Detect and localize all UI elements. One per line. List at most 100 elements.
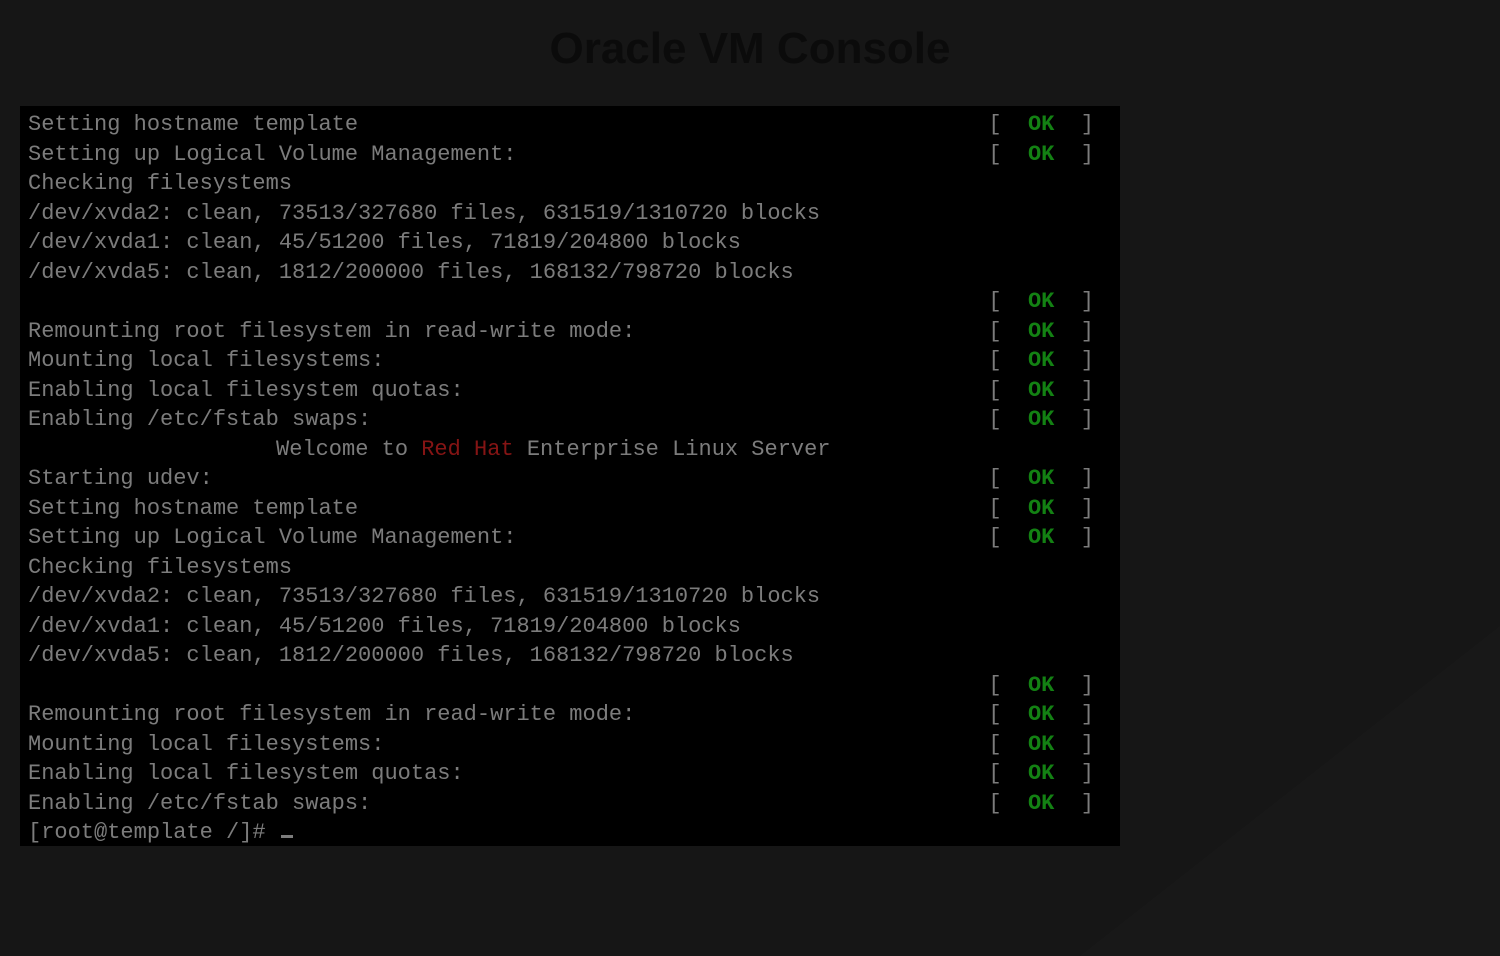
status-ok: OK (1028, 761, 1054, 786)
console-line: /dev/xvda5: clean, 1812/200000 files, 16… (28, 258, 1120, 288)
console-text: Checking filesystems (28, 553, 292, 583)
bracket-open: [ (988, 791, 1028, 816)
status-ok: OK (1028, 791, 1054, 816)
vm-console[interactable]: Setting hostname template[ OK ]Setting u… (20, 106, 1120, 846)
welcome-highlight: Red Hat (421, 437, 513, 462)
status-ok: OK (1028, 289, 1054, 314)
status-badge: [ OK ] (988, 523, 1120, 553)
status-ok: OK (1028, 112, 1054, 137)
console-status-line: [ OK ] (28, 287, 1120, 317)
bracket-open: [ (988, 378, 1028, 403)
console-text: Enabling local filesystem quotas: (28, 376, 464, 406)
status-badge: [ OK ] (988, 494, 1120, 524)
status-ok: OK (1028, 348, 1054, 373)
console-status-line: Setting up Logical Volume Management: [ O… (28, 523, 1120, 553)
bracket-open: [ (988, 525, 1028, 550)
welcome-prefix: Welcome to (276, 437, 421, 462)
console-status-line: Starting udev: [ OK ] (28, 464, 1120, 494)
bracket-open: [ (988, 348, 1028, 373)
console-line: /dev/xvda1: clean, 45/51200 files, 71819… (28, 228, 1120, 258)
console-status-line: Enabling /etc/fstab swaps:[ OK ] (28, 789, 1120, 819)
bracket-open: [ (988, 142, 1028, 167)
bracket-open: [ (988, 673, 1028, 698)
bracket-close: ] (1054, 319, 1094, 344)
console-text: Remounting root filesystem in read-write… (28, 700, 635, 730)
status-badge: [ OK ] (988, 405, 1120, 435)
bracket-open: [ (988, 289, 1028, 314)
console-text: Checking filesystems (28, 169, 292, 199)
status-ok: OK (1028, 466, 1054, 491)
status-badge: [ OK ] (988, 376, 1120, 406)
bracket-close: ] (1054, 378, 1094, 403)
console-status-line: Setting hostname template [ OK ] (28, 110, 1120, 140)
console-line: Checking filesystems (28, 169, 1120, 199)
bracket-open: [ (988, 702, 1028, 727)
status-ok: OK (1028, 702, 1054, 727)
status-ok: OK (1028, 319, 1054, 344)
slide-container: Oracle VM Console Setting hostname templ… (0, 0, 1500, 956)
console-text: /dev/xvda1: clean, 45/51200 files, 71819… (28, 612, 741, 642)
console-status-line: Setting up Logical Volume Management: [ O… (28, 140, 1120, 170)
bracket-open: [ (988, 407, 1028, 432)
console-text: /dev/xvda2: clean, 73513/327680 files, 6… (28, 582, 820, 612)
status-badge: [ OK ] (988, 140, 1120, 170)
status-ok: OK (1028, 142, 1054, 167)
console-text: /dev/xvda5: clean, 1812/200000 files, 16… (28, 258, 794, 288)
console-status-line: Remounting root filesystem in read-write… (28, 700, 1120, 730)
bracket-open: [ (988, 761, 1028, 786)
console-text: Setting up Logical Volume Management: (28, 140, 516, 170)
console-status-line: [ OK ] (28, 671, 1120, 701)
console-text: Mounting local filesystems: (28, 346, 384, 376)
bracket-close: ] (1054, 496, 1094, 521)
bracket-close: ] (1054, 466, 1094, 491)
console-status-line: Enabling local filesystem quotas: [ OK ] (28, 376, 1120, 406)
console-text: Setting hostname template (28, 110, 358, 140)
welcome-banner: Welcome to Red Hat Enterprise Linux Serv… (28, 435, 1120, 465)
bracket-close: ] (1054, 289, 1094, 314)
console-status-line: Mounting local filesystems:[ OK ] (28, 730, 1120, 760)
status-badge: [ OK ] (988, 317, 1120, 347)
bracket-open: [ (988, 496, 1028, 521)
status-ok: OK (1028, 378, 1054, 403)
status-badge: [ OK ] (988, 346, 1120, 376)
console-text: Mounting local filesystems: (28, 730, 384, 760)
cursor-icon (281, 835, 293, 838)
console-status-line: Mounting local filesystems: [ OK ] (28, 346, 1120, 376)
console-text: /dev/xvda5: clean, 1812/200000 files, 16… (28, 641, 794, 671)
console-text: Enabling /etc/fstab swaps: (28, 789, 371, 819)
status-badge: [ OK ] (988, 110, 1120, 140)
console-text: Enabling local filesystem quotas: (28, 759, 464, 789)
bracket-close: ] (1054, 112, 1094, 137)
status-badge: [ OK ] (988, 287, 1120, 317)
console-text: Setting up Logical Volume Management: (28, 523, 516, 553)
page-title: Oracle VM Console (0, 24, 1500, 74)
console-text: Remounting root filesystem in read-write… (28, 317, 635, 347)
console-line: /dev/xvda5: clean, 1812/200000 files, 16… (28, 641, 1120, 671)
console-text: Setting hostname template (28, 494, 358, 524)
console-line: /dev/xvda1: clean, 45/51200 files, 71819… (28, 612, 1120, 642)
status-ok: OK (1028, 407, 1054, 432)
bracket-open: [ (988, 112, 1028, 137)
bracket-close: ] (1054, 407, 1094, 432)
bracket-open: [ (988, 732, 1028, 757)
console-text: /dev/xvda1: clean, 45/51200 files, 71819… (28, 228, 741, 258)
status-ok: OK (1028, 673, 1054, 698)
bracket-open: [ (988, 319, 1028, 344)
console-line: /dev/xvda2: clean, 73513/327680 files, 6… (28, 199, 1120, 229)
console-status-line: Setting hostname template [ OK ] (28, 494, 1120, 524)
decorative-accent (1080, 626, 1500, 956)
welcome-suffix: Enterprise Linux Server (514, 437, 831, 462)
bracket-close: ] (1054, 348, 1094, 373)
prompt-text: [root@template /]# (28, 820, 279, 845)
console-text: Starting udev: (28, 464, 213, 494)
status-ok: OK (1028, 732, 1054, 757)
console-line: /dev/xvda2: clean, 73513/327680 files, 6… (28, 582, 1120, 612)
console-text: Enabling /etc/fstab swaps: (28, 405, 371, 435)
console-status-line: Enabling /etc/fstab swaps: [ OK ] (28, 405, 1120, 435)
console-line: Checking filesystems (28, 553, 1120, 583)
status-ok: OK (1028, 496, 1054, 521)
console-status-line: Enabling local filesystem quotas:[ OK ] (28, 759, 1120, 789)
status-ok: OK (1028, 525, 1054, 550)
bracket-open: [ (988, 466, 1028, 491)
shell-prompt[interactable]: [root@template /]# (28, 818, 1120, 846)
